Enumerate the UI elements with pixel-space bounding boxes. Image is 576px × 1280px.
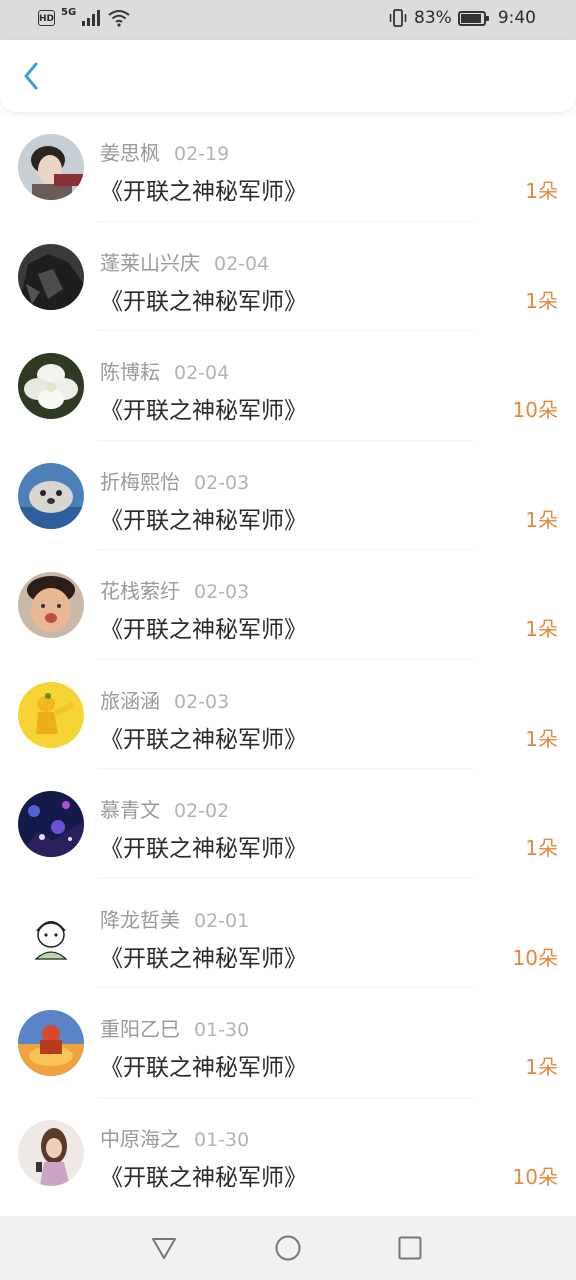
gift-date: 02-04 bbox=[214, 252, 270, 275]
flower-count: 1朵 bbox=[525, 726, 558, 751]
app-header bbox=[0, 40, 576, 112]
sender-name: 降龙哲美 02-01 bbox=[100, 907, 250, 932]
avatar[interactable] bbox=[18, 353, 84, 419]
flower-count: 10朵 bbox=[512, 398, 558, 422]
flower-count: 1朵 bbox=[525, 1055, 558, 1079]
vibrate-icon bbox=[389, 9, 407, 27]
status-left-group: HD 5G bbox=[38, 6, 130, 27]
sender-name: 慕青文 02-02 bbox=[100, 798, 230, 822]
sender-name: 蓬莱山兴庆 02-04 bbox=[100, 250, 270, 275]
gift-date: 02-19 bbox=[174, 143, 230, 165]
avatar[interactable] bbox=[18, 243, 84, 310]
nav-recent-button[interactable] bbox=[396, 1234, 424, 1262]
gift-date: 02-01 bbox=[194, 909, 250, 932]
list-item[interactable]: 陈博耘 02-04 《开联之神秘军师》 10朵 bbox=[0, 331, 576, 441]
list-item[interactable]: 降龙哲美 02-01 《开联之神秘军师》 10朵 bbox=[0, 879, 576, 988]
avatar[interactable] bbox=[18, 462, 84, 529]
list-item[interactable]: 中原海之 01-30 《开联之神秘军师》 10朵 bbox=[0, 1098, 576, 1208]
signal-icon bbox=[82, 10, 101, 26]
book-title: 《开联之神秘军师》 bbox=[100, 1055, 307, 1081]
flower-count: 1朵 bbox=[525, 836, 558, 860]
sender-name: 重阳乙巳 01-30 bbox=[100, 1017, 250, 1041]
flower-count: 1朵 bbox=[525, 179, 558, 203]
avatar[interactable] bbox=[18, 681, 84, 748]
status-bar: HD 5G 83% 9:40 bbox=[0, 0, 576, 40]
network-type: 5G bbox=[61, 6, 77, 18]
nav-back-button[interactable] bbox=[150, 1234, 178, 1262]
flower-count: 1朵 bbox=[525, 507, 558, 532]
book-title: 《开联之神秘军师》 bbox=[100, 836, 307, 862]
gift-date: 02-03 bbox=[194, 581, 250, 603]
book-title: 《开联之神秘军师》 bbox=[100, 507, 307, 534]
book-title: 《开联之神秘军师》 bbox=[100, 179, 307, 205]
list-item[interactable]: 蓬莱山兴庆 02-04 《开联之神秘军师》 1朵 bbox=[0, 222, 576, 331]
book-title: 《开联之神秘军师》 bbox=[100, 617, 307, 643]
status-right-group: 83% 9:40 bbox=[388, 8, 536, 28]
flower-count: 10朵 bbox=[512, 1164, 558, 1189]
wifi-icon bbox=[108, 10, 130, 27]
gift-date: 01-30 bbox=[194, 1019, 250, 1041]
back-button[interactable] bbox=[16, 58, 48, 94]
battery-icon bbox=[457, 10, 489, 26]
sender-name: 花栈萦纡 02-03 bbox=[100, 579, 250, 603]
flower-gift-list: 姜思枫 02-19 《开联之神秘军师》 1朵 蓬莱山兴庆 02-04 《开联之神秘军… bbox=[0, 112, 576, 1207]
list-item[interactable]: 花栈萦纡 02-03 《开联之神秘军师》 1朵 bbox=[0, 550, 576, 660]
circle-home-icon bbox=[275, 1235, 301, 1261]
flower-count: 1朵 bbox=[525, 288, 558, 313]
book-title: 《开联之神秘军师》 bbox=[100, 945, 307, 972]
list-item[interactable]: 姜思枫 02-19 《开联之神秘军师》 1朵 bbox=[0, 112, 576, 222]
triangle-back-icon bbox=[152, 1238, 176, 1259]
avatar[interactable] bbox=[18, 134, 84, 200]
square-recent-icon bbox=[398, 1236, 422, 1260]
avatar[interactable] bbox=[18, 572, 84, 638]
gift-date: 02-03 bbox=[194, 471, 250, 494]
sender-name: 折梅熙怡 02-03 bbox=[100, 469, 250, 494]
book-title: 《开联之神秘军师》 bbox=[100, 726, 307, 753]
flower-count: 1朵 bbox=[525, 617, 558, 641]
clock: 9:40 bbox=[497, 8, 536, 28]
list-item[interactable]: 折梅熙怡 02-03 《开联之神秘军师》 1朵 bbox=[0, 441, 576, 550]
flower-count: 10朵 bbox=[512, 945, 558, 970]
list-item[interactable]: 重阳乙巳 01-30 《开联之神秘军师》 1朵 bbox=[0, 988, 576, 1098]
hd-icon: HD bbox=[38, 10, 55, 26]
sender-name: 中原海之 01-30 bbox=[100, 1126, 250, 1151]
avatar[interactable] bbox=[18, 1119, 84, 1186]
list-item[interactable]: 慕青文 02-02 《开联之神秘军师》 1朵 bbox=[0, 769, 576, 879]
gift-date: 01-30 bbox=[194, 1128, 250, 1151]
gift-date: 02-04 bbox=[174, 362, 230, 384]
gift-date: 02-02 bbox=[174, 800, 230, 822]
nav-home-button[interactable] bbox=[274, 1234, 302, 1262]
system-navigation-bar bbox=[0, 1216, 576, 1280]
sender-name: 陈博耘 02-04 bbox=[100, 360, 230, 384]
chevron-left-icon bbox=[24, 62, 38, 90]
avatar[interactable] bbox=[18, 900, 84, 967]
book-title: 《开联之神秘军师》 bbox=[100, 1164, 307, 1191]
avatar[interactable] bbox=[18, 791, 84, 857]
list-item[interactable]: 旅涵涵 02-03 《开联之神秘军师》 1朵 bbox=[0, 660, 576, 769]
book-title: 《开联之神秘军师》 bbox=[100, 288, 307, 315]
sender-name: 旅涵涵 02-03 bbox=[100, 688, 230, 713]
avatar[interactable] bbox=[18, 1010, 84, 1076]
battery-percent: 83% bbox=[414, 8, 452, 28]
gift-date: 02-03 bbox=[174, 690, 230, 713]
sender-name: 姜思枫 02-19 bbox=[100, 141, 230, 165]
book-title: 《开联之神秘军师》 bbox=[100, 398, 307, 424]
